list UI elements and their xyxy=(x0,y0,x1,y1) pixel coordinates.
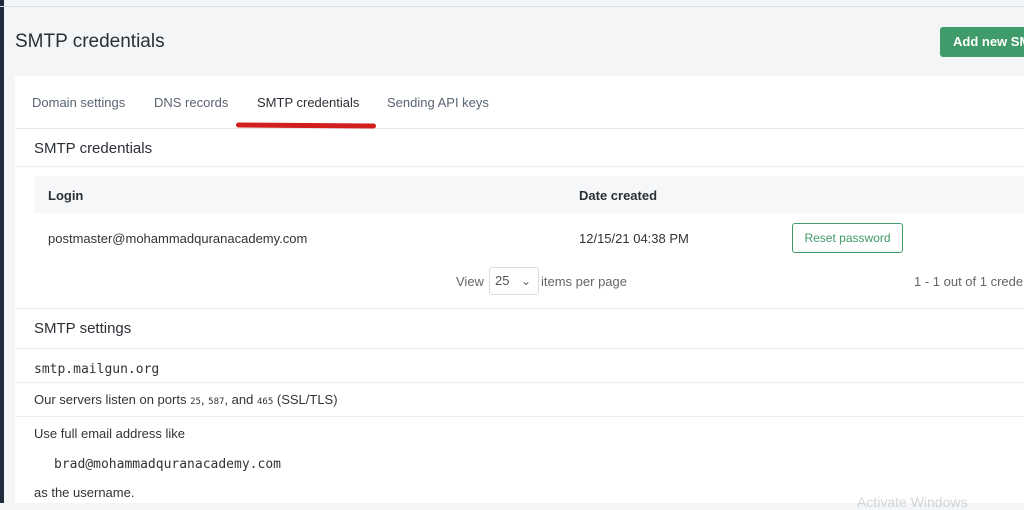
port-465: 465 xyxy=(256,397,274,407)
pager-suffix: items per page xyxy=(541,274,627,289)
reset-password-button[interactable]: Reset password xyxy=(792,223,903,253)
windows-watermark: Activate Windows xyxy=(857,494,968,510)
tab-domain-settings[interactable]: Domain settings xyxy=(32,95,125,110)
smtp-host: smtp.mailgun.org xyxy=(34,362,160,377)
tab-sending-api-keys[interactable]: Sending API keys xyxy=(387,95,489,110)
page-title: SMTP credentials xyxy=(15,31,165,52)
divider xyxy=(15,348,1024,349)
email-example: brad@mohammadquranacademy.com xyxy=(54,457,281,472)
tab-bar: Domain settings DNS records SMTP credent… xyxy=(15,76,1024,129)
column-date-created: Date created xyxy=(579,188,658,203)
divider xyxy=(15,382,1024,383)
port-25: 25 xyxy=(190,397,201,407)
port-587: 587 xyxy=(208,397,225,407)
and-word: and xyxy=(231,392,254,407)
page-size-value: 25 xyxy=(495,273,510,288)
divider xyxy=(15,308,1024,309)
login-cell: postmaster@mohammadquranacademy.com xyxy=(48,231,308,246)
ports-suffix: (SSL/TLS) xyxy=(276,392,338,407)
chevron-down-icon: ⌄ xyxy=(520,274,531,288)
date-cell: 12/15/21 04:38 PM xyxy=(579,231,689,246)
table-header: Login Date created xyxy=(34,176,1024,213)
top-divider xyxy=(0,6,1024,7)
page-size-select[interactable]: 25 ⌄ xyxy=(489,267,539,295)
username-note: as the username. xyxy=(34,485,135,500)
divider xyxy=(15,416,1024,417)
tab-smtp-credentials[interactable]: SMTP credentials xyxy=(257,95,359,110)
column-login: Login xyxy=(48,188,84,203)
ports-prefix: Our servers listen on ports xyxy=(34,392,187,407)
tab-dns-records[interactable]: DNS records xyxy=(154,95,228,110)
email-hint: Use full email address like xyxy=(34,426,186,441)
sidebar-edge xyxy=(0,0,4,503)
ports-line: Our servers listen on ports 25, 587, and… xyxy=(34,392,338,407)
content-panel: Domain settings DNS records SMTP credent… xyxy=(15,76,1024,503)
pager-summary: 1 - 1 out of 1 credentials xyxy=(914,274,1024,289)
add-smtp-user-button[interactable]: Add new SMTP user xyxy=(940,27,1024,57)
divider xyxy=(15,166,1024,167)
pager-view-label: View xyxy=(456,274,484,289)
credentials-section-title: SMTP credentials xyxy=(34,140,153,157)
annotation-underline xyxy=(235,122,377,129)
smtp-settings-title: SMTP settings xyxy=(34,320,132,337)
